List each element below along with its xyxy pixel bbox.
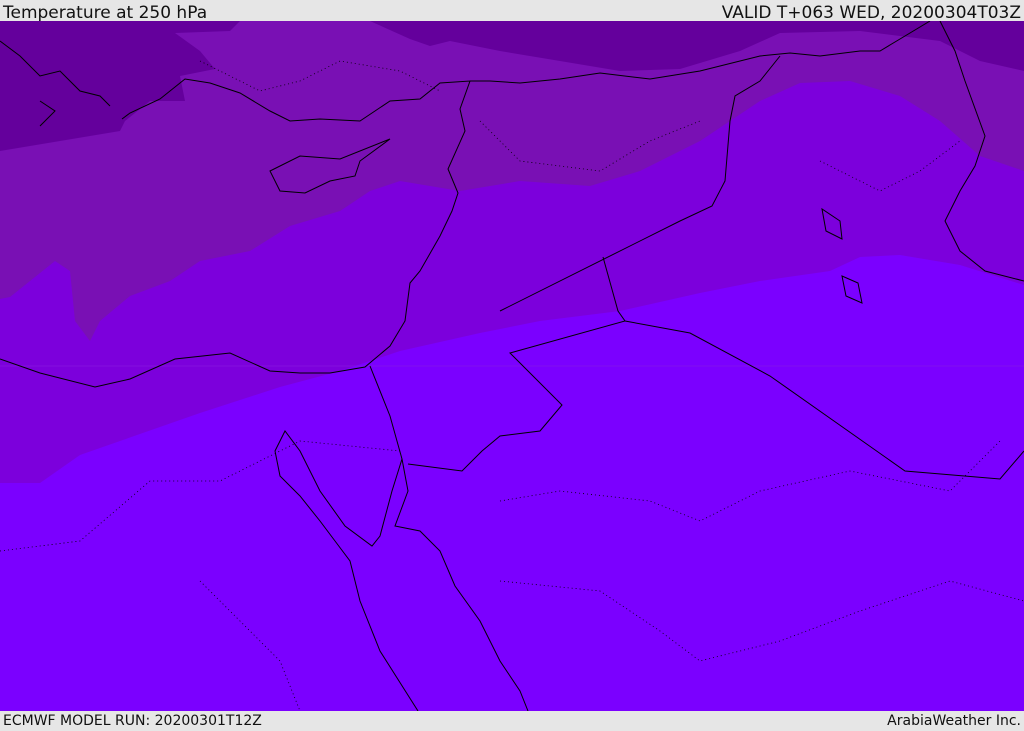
temperature-map: [0, 21, 1024, 711]
model-run: ECMWF MODEL RUN: 20200301T12Z: [3, 713, 262, 729]
footer-bar: ECMWF MODEL RUN: 20200301T12Z ArabiaWeat…: [0, 711, 1024, 729]
header-bar: Temperature at 250 hPa VALID T+063 WED, …: [0, 0, 1024, 23]
credit: ArabiaWeather Inc.: [887, 713, 1021, 729]
